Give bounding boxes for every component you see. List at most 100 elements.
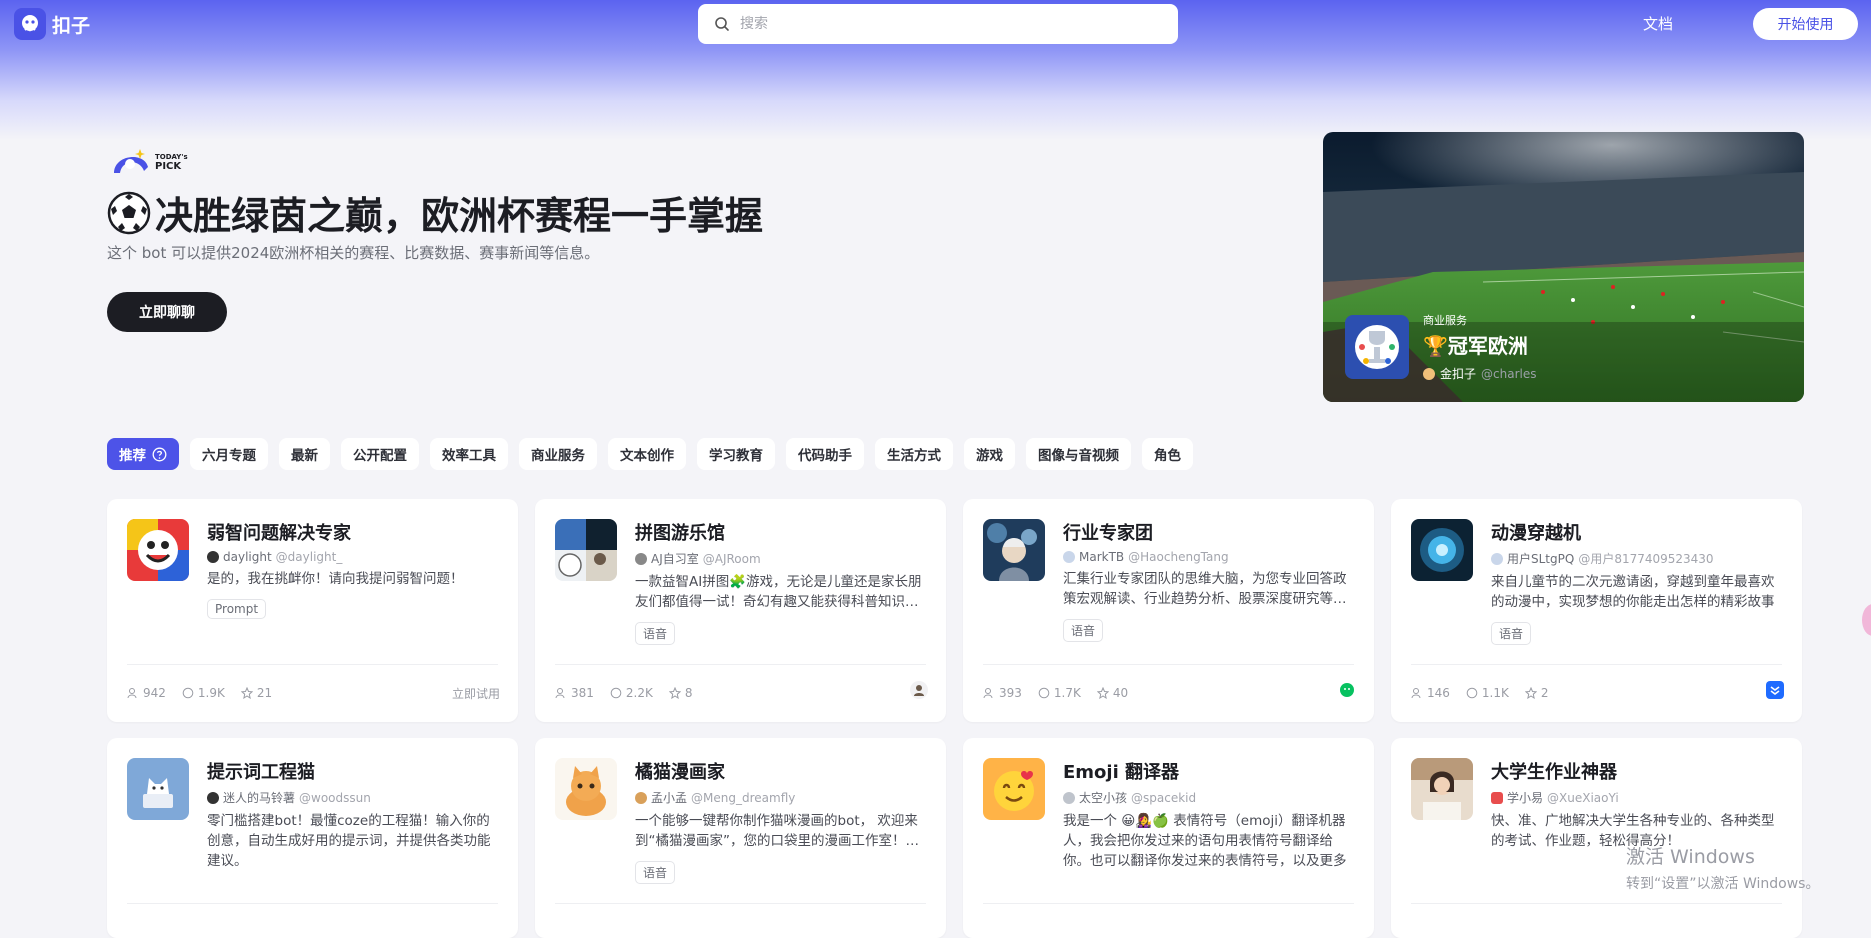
- author-name: 迷人的马铃薯: [223, 791, 296, 805]
- bot-card[interactable]: 行业专家团 MarkTB @HaochengTang 汇集行业专家团队的思维大脑…: [963, 499, 1374, 722]
- hero-title-text: 决胜绿茵之巅，欧洲杯赛程一手掌握: [155, 194, 764, 238]
- search-icon: [715, 17, 729, 31]
- chat-count: 2.2K: [625, 686, 653, 700]
- users-icon: [983, 688, 993, 699]
- author-name: 用户SLtgPQ: [1507, 552, 1575, 566]
- bot-description: 我是一个 😀👩‍🎤🍏 表情符号（emoji）翻译机器人，我会把你发过来的语句用表…: [1063, 813, 1347, 869]
- author-handle: @daylight_: [275, 550, 343, 564]
- docs-link[interactable]: 文档: [1643, 13, 1673, 34]
- pick-line2: PICK: [155, 161, 182, 172]
- search-bar[interactable]: [698, 4, 1178, 44]
- bot-title: 动漫穿越机: [1491, 523, 1581, 544]
- bot-avatar: [1411, 519, 1473, 581]
- bot-title: 提示词工程猫: [207, 762, 315, 783]
- hero-title: 决胜绿茵之巅，欧洲杯赛程一手掌握: [107, 185, 763, 240]
- featured-bot-banner[interactable]: 商业服务 🏆冠军欧洲 金扣子 @charles: [1323, 132, 1804, 402]
- star-count: 8: [684, 686, 693, 700]
- tab-public-config[interactable]: 公开配置: [341, 438, 419, 470]
- divider: [127, 903, 498, 904]
- coze-logo-icon: [14, 8, 46, 40]
- chat-bubble-icon: [1038, 687, 1050, 699]
- bot-card[interactable]: 拼图游乐馆 AJ自习室 @AJRoom 一款益智AI拼图🧩游戏，无论是儿童还是家…: [535, 499, 946, 722]
- bot-tag: Prompt: [207, 599, 267, 619]
- divider: [555, 664, 926, 665]
- chat-bubble-icon: [182, 687, 194, 699]
- bot-description: 零门槛搭建bot！最懂coze的工程猫！输入你的创意，自动生成好用的提示词，并提…: [207, 813, 491, 869]
- author-avatar: [635, 791, 647, 804]
- bot-card[interactable]: 动漫穿越机 用户SLtgPQ @用户8177409523430 来自儿童节的二次…: [1391, 499, 1802, 722]
- author-avatar: [1063, 551, 1075, 563]
- bot-avatar: [983, 758, 1045, 820]
- help-circle-icon[interactable]: [152, 447, 167, 462]
- chat-count: 1.1K: [1481, 686, 1509, 700]
- tab-code-assistant[interactable]: 代码助手: [786, 438, 864, 470]
- banner-category: 商业服务: [1423, 314, 1467, 327]
- bot-description: 来自儿童节的二次元邀请函，穿越到童年最喜欢的动漫中，实现梦想的你能走出怎样的精彩…: [1491, 574, 1775, 610]
- author-name: 学小易: [1507, 791, 1544, 805]
- bot-card[interactable]: 大学生作业神器 学小易 @XueXiaoYi 快、准、广地解决大学生各种专业的、…: [1391, 738, 1802, 938]
- banner-author-handle: @charles: [1481, 366, 1537, 381]
- tab-recommended[interactable]: 推荐: [107, 438, 179, 470]
- tab-education[interactable]: 学习教育: [697, 438, 775, 470]
- tab-characters[interactable]: 角色: [1142, 438, 1193, 470]
- bot-card[interactable]: 弱智问题解决专家 daylight @daylight_ 是的，我在挑衅你！请向…: [107, 499, 518, 722]
- bot-avatar: [555, 519, 617, 581]
- author-handle: @用户8177409523430: [1578, 552, 1714, 566]
- divider: [983, 903, 1354, 904]
- author-name: 太空小孩: [1079, 791, 1128, 805]
- brand-name: 扣子: [52, 14, 91, 37]
- divider: [1411, 664, 1782, 665]
- bot-card[interactable]: Emoji 翻译器 太空小孩 @spacekid 我是一个 😀👩‍🎤🍏 表情符号…: [963, 738, 1374, 938]
- floating-assistant-button[interactable]: [1862, 604, 1871, 636]
- tab-writing[interactable]: 文本创作: [608, 438, 686, 470]
- bot-title: 拼图游乐馆: [635, 523, 725, 544]
- author-handle: @Meng_dreamfly: [691, 790, 796, 805]
- brand-logo[interactable]: 扣子: [14, 8, 90, 40]
- star-icon: [668, 687, 681, 699]
- tab-business[interactable]: 商业服务: [519, 438, 597, 470]
- author-name: 孟小孟: [651, 791, 688, 805]
- bot-card[interactable]: 橘猫漫画家 孟小孟 @Meng_dreamfly 一个能够一键帮你制作猫咪漫画的…: [535, 738, 946, 938]
- bot-title: 橘猫漫画家: [635, 762, 725, 783]
- chat-bubble-icon: [1466, 687, 1478, 699]
- search-input[interactable]: [738, 15, 1178, 33]
- tab-lifestyle[interactable]: 生活方式: [875, 438, 953, 470]
- bot-tag: 语音: [1063, 619, 1104, 642]
- bot-avatar: [555, 758, 617, 820]
- category-tabs: 推荐 六月专题 最新 公开配置 效率工具 商业服务 文本创作 学习教育 代码助手…: [107, 438, 1193, 470]
- bot-avatar: [127, 758, 189, 820]
- hero-description: 这个 bot 可以提供2024欧洲杯相关的赛程、比赛数据、赛事新闻等信息。: [107, 244, 600, 262]
- bot-title: Emoji 翻译器: [1063, 762, 1180, 783]
- tab-june-special[interactable]: 六月专题: [190, 438, 268, 470]
- tab-productivity[interactable]: 效率工具: [430, 438, 508, 470]
- users-icon: [1411, 688, 1421, 699]
- try-now-link[interactable]: 立即试用: [452, 685, 500, 702]
- euro-trophy-emblem: [1345, 315, 1409, 379]
- chat-now-button[interactable]: 立即聊聊: [107, 292, 227, 332]
- bot-tag: 语音: [635, 861, 676, 884]
- author-handle: @XueXiaoYi: [1547, 790, 1619, 805]
- bot-description: 是的，我在挑衅你！请向我提问弱智问题！: [207, 571, 464, 587]
- author-avatar: [1491, 552, 1503, 565]
- tab-latest[interactable]: 最新: [279, 438, 330, 470]
- wechat-icon: [1338, 681, 1356, 699]
- star-count: 2: [1540, 686, 1549, 700]
- bot-description: 汇集行业专家团队的思维大脑，为您专业回答政策宏观解读、行业趋势分析、股票深度研究…: [1063, 571, 1347, 607]
- users-icon: [127, 688, 137, 699]
- star-count: 40: [1112, 686, 1129, 700]
- author-handle: @AJRoom: [702, 551, 761, 566]
- tab-image-audio-video[interactable]: 图像与音视频: [1026, 438, 1131, 470]
- author-name: daylight: [223, 550, 272, 564]
- tab-games[interactable]: 游戏: [964, 438, 1015, 470]
- author-avatar: [1063, 791, 1075, 804]
- bot-card[interactable]: 提示词工程猫 迷人的马铃薯 @woodssun 零门槛搭建bot！最懂coze的…: [107, 738, 518, 938]
- start-button[interactable]: 开始使用: [1753, 8, 1858, 40]
- bot-tag: 语音: [1491, 622, 1532, 645]
- author-avatar: [207, 551, 219, 563]
- author-avatar: [635, 552, 647, 565]
- bot-tag: 语音: [635, 622, 676, 645]
- user-count: 942: [143, 686, 166, 700]
- divider: [983, 664, 1354, 665]
- star-count: 21: [256, 686, 273, 700]
- author-avatar: [1491, 791, 1503, 804]
